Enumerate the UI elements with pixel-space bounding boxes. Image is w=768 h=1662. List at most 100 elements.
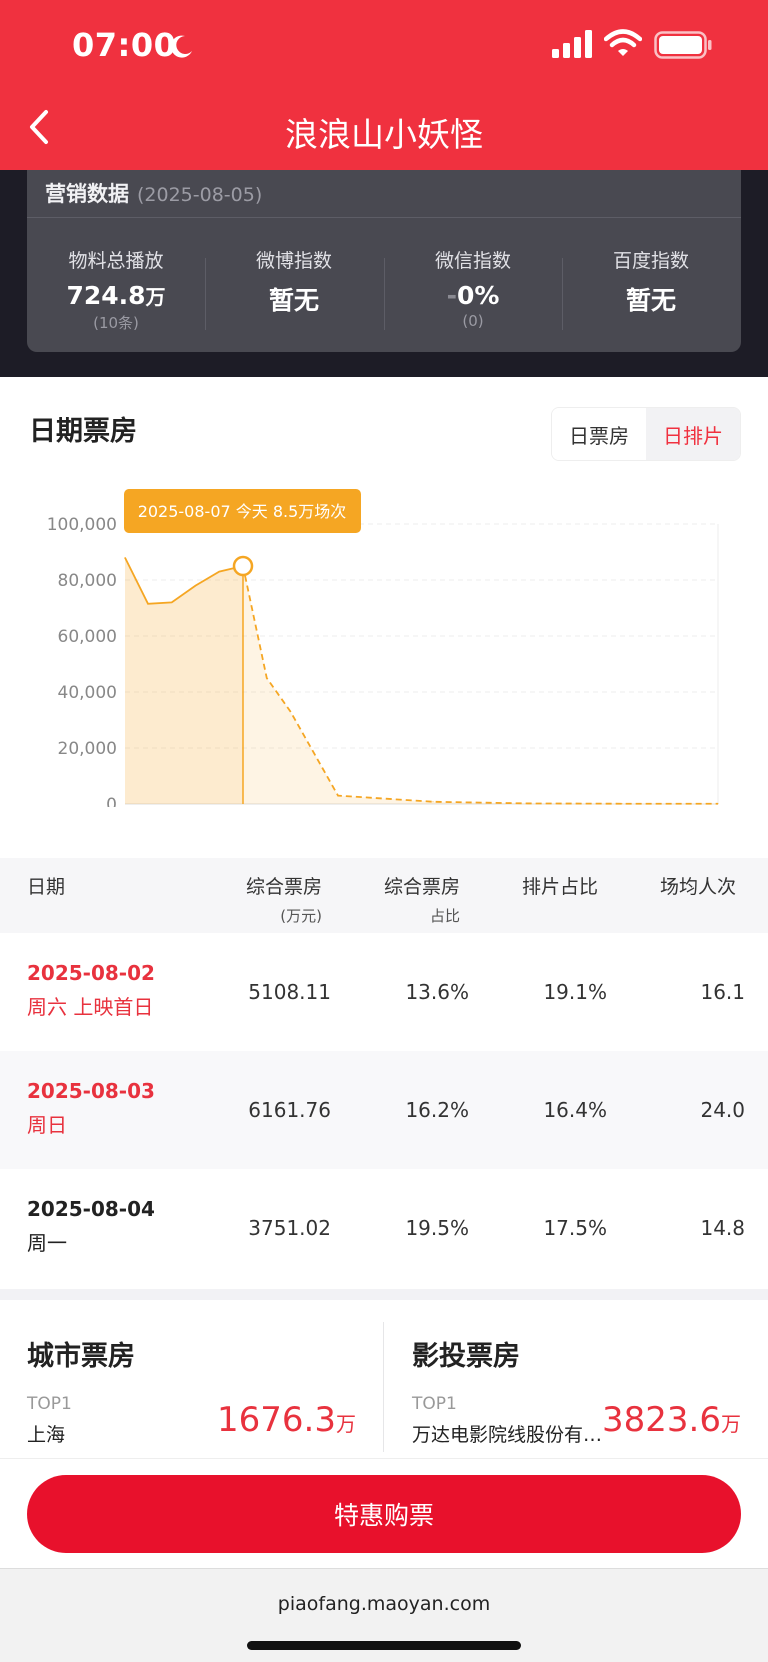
data-point bbox=[432, 801, 434, 803]
status-time: 07:00 bbox=[72, 26, 177, 64]
stat-unit: 万 bbox=[145, 285, 166, 309]
data-point bbox=[313, 753, 315, 755]
stat-label: 微博指数 bbox=[255, 250, 332, 272]
table-row[interactable]: 2025-08-02 周六 上映首日 5108.11 13.6% 19.1% 1… bbox=[0, 933, 768, 1051]
section-title: 日期票房 bbox=[29, 416, 137, 447]
wifi-icon bbox=[604, 29, 642, 56]
battery-icon bbox=[654, 31, 712, 59]
stat-value: -0% bbox=[384, 281, 562, 310]
showings-chart[interactable]: 100,00080,00060,00040,00020,00008/38/78/… bbox=[0, 487, 768, 807]
header-box-office[interactable]: 综合票房 (万元) bbox=[246, 872, 322, 926]
data-point bbox=[218, 571, 220, 573]
ranking-cards: 城市票房 TOP1 上海 1676.3万 影投票房 TOP1 万达电影院线股份有… bbox=[0, 1300, 768, 1458]
investor-value-number: 3823.6 bbox=[602, 1400, 721, 1440]
home-indicator[interactable] bbox=[247, 1641, 521, 1650]
tab-daily-box-office[interactable]: 日票房 bbox=[552, 408, 646, 460]
stat-number: 0% bbox=[456, 281, 500, 310]
data-point bbox=[290, 711, 291, 713]
investor-box-office-title[interactable]: 影投票房 bbox=[412, 1334, 520, 1373]
header-label: 综合票房 bbox=[246, 876, 323, 898]
stat-value: 暂无 bbox=[268, 286, 319, 315]
header-label: 综合票房 bbox=[384, 876, 461, 898]
header-box-share[interactable]: 综合票房 占比 bbox=[384, 872, 460, 926]
data-point bbox=[266, 677, 268, 679]
row-show-share: 16.4% bbox=[543, 1098, 607, 1122]
row-day: 周一 bbox=[27, 1231, 67, 1255]
url-bar[interactable]: piaofang.maoyan.com bbox=[0, 1593, 768, 1615]
row-avg: 14.8 bbox=[700, 1216, 745, 1240]
city-value-number: 1676.3 bbox=[217, 1400, 336, 1440]
stat-material-plays[interactable]: 物料总播放 724.8万 (10条) bbox=[27, 246, 205, 333]
city-value: 1676.3万 bbox=[217, 1400, 356, 1440]
row-box-share: 13.6% bbox=[405, 980, 469, 1004]
investor-rank: TOP1 bbox=[412, 1394, 457, 1414]
row-day: 周日 bbox=[27, 1113, 67, 1137]
stat-value: 724.8万 bbox=[27, 281, 205, 310]
browser-bar: piaofang.maoyan.com bbox=[0, 1568, 768, 1662]
row-box: 3751.02 bbox=[248, 1216, 331, 1240]
y-tick-label: 20,000 bbox=[58, 739, 117, 759]
header-show-share[interactable]: 排片占比 bbox=[522, 872, 598, 899]
stat-label: 物料总播放 bbox=[68, 250, 164, 272]
table-header: 日期 综合票房 (万元) 综合票房 占比 排片占比 场均人次 bbox=[0, 858, 768, 933]
table-row[interactable]: 2025-08-03 周日 6161.76 16.2% 16.4% 24.0 bbox=[0, 1051, 768, 1169]
signal-icon bbox=[552, 30, 592, 58]
investor-value: 3823.6万 bbox=[602, 1400, 741, 1440]
header-date: 日期 bbox=[27, 876, 66, 898]
row-avg: 16.1 bbox=[700, 980, 745, 1004]
data-point bbox=[337, 795, 339, 797]
row-show-share: 17.5% bbox=[543, 1216, 607, 1240]
row-avg: 24.0 bbox=[700, 1098, 745, 1122]
marketing-title: 营销数据 (2025-08-05) bbox=[45, 178, 262, 208]
marketing-card: 营销数据 (2025-08-05) 物料总播放 724.8万 (10条) 微博指数… bbox=[27, 170, 741, 352]
row-box-share: 19.5% bbox=[405, 1216, 469, 1240]
row-show-share: 19.1% bbox=[543, 980, 607, 1004]
stat-number: 724.8 bbox=[66, 281, 146, 310]
highlight-point bbox=[232, 555, 254, 577]
buy-bar: 特惠购票 bbox=[0, 1458, 768, 1568]
row-box-share: 16.2% bbox=[405, 1098, 469, 1122]
moon-icon bbox=[170, 35, 192, 58]
buy-ticket-button[interactable]: 特惠购票 bbox=[27, 1475, 741, 1553]
area-forecast bbox=[243, 566, 718, 804]
stat-baidu-index[interactable]: 百度指数 暂无 bbox=[562, 246, 740, 317]
row-day: 周六 上映首日 bbox=[27, 995, 154, 1019]
city-name: 上海 bbox=[27, 1424, 66, 1446]
data-point bbox=[171, 601, 173, 603]
stat-label: 百度指数 bbox=[612, 250, 689, 272]
stat-wechat-index[interactable]: 微信指数 -0% (0) bbox=[384, 246, 562, 330]
row-box: 6161.76 bbox=[248, 1098, 331, 1122]
stat-prefix: - bbox=[446, 281, 457, 310]
city-box-office-title[interactable]: 城市票房 bbox=[27, 1334, 135, 1373]
data-point bbox=[124, 557, 126, 559]
stat-label: 微信指数 bbox=[434, 250, 511, 272]
marketing-title-text: 营销数据 bbox=[45, 182, 129, 206]
data-point bbox=[147, 603, 149, 605]
daily-box-office-section: 日期票房 日票房 日排片 100,000 80,000 60,000 40,000 20… bbox=[0, 377, 768, 1289]
stat-sub: (10条) bbox=[93, 314, 139, 332]
header-sub: (万元) bbox=[280, 907, 323, 925]
table-row[interactable]: 2025-08-04 周一 3751.02 19.5% 17.5% 14.8 bbox=[0, 1169, 768, 1287]
row-date: 2025-08-02 bbox=[27, 961, 155, 985]
stat-value: 暂无 bbox=[625, 286, 676, 315]
page-title: 浪浪山小妖怪 bbox=[285, 115, 483, 154]
tooltip-text: 2025-08-07 今天 8.5万场次 bbox=[138, 502, 347, 521]
y-tick-label: 100,000 bbox=[47, 515, 117, 535]
y-tick-label: 0 bbox=[106, 795, 117, 807]
stat-sub: (0) bbox=[462, 312, 484, 330]
data-point bbox=[717, 803, 719, 805]
row-date: 2025-08-03 bbox=[27, 1079, 155, 1103]
tab-daily-showings[interactable]: 日排片 bbox=[646, 408, 740, 460]
city-rank: TOP1 bbox=[27, 1394, 72, 1414]
y-tick-label: 40,000 bbox=[58, 683, 117, 703]
data-point bbox=[621, 803, 623, 805]
row-date: 2025-08-04 bbox=[27, 1197, 155, 1221]
data-point bbox=[527, 802, 529, 804]
data-point bbox=[195, 585, 196, 587]
tab-switcher: 日票房 日排片 bbox=[551, 407, 741, 461]
header-avg-attendance[interactable]: 场均人次 bbox=[660, 872, 736, 899]
header: 07:00 浪浪山小妖怪 bbox=[0, 0, 768, 170]
y-tick-label: 60,000 bbox=[58, 627, 117, 647]
header-sub: 占比 bbox=[430, 907, 461, 925]
stat-weibo-index[interactable]: 微博指数 暂无 bbox=[205, 246, 383, 317]
